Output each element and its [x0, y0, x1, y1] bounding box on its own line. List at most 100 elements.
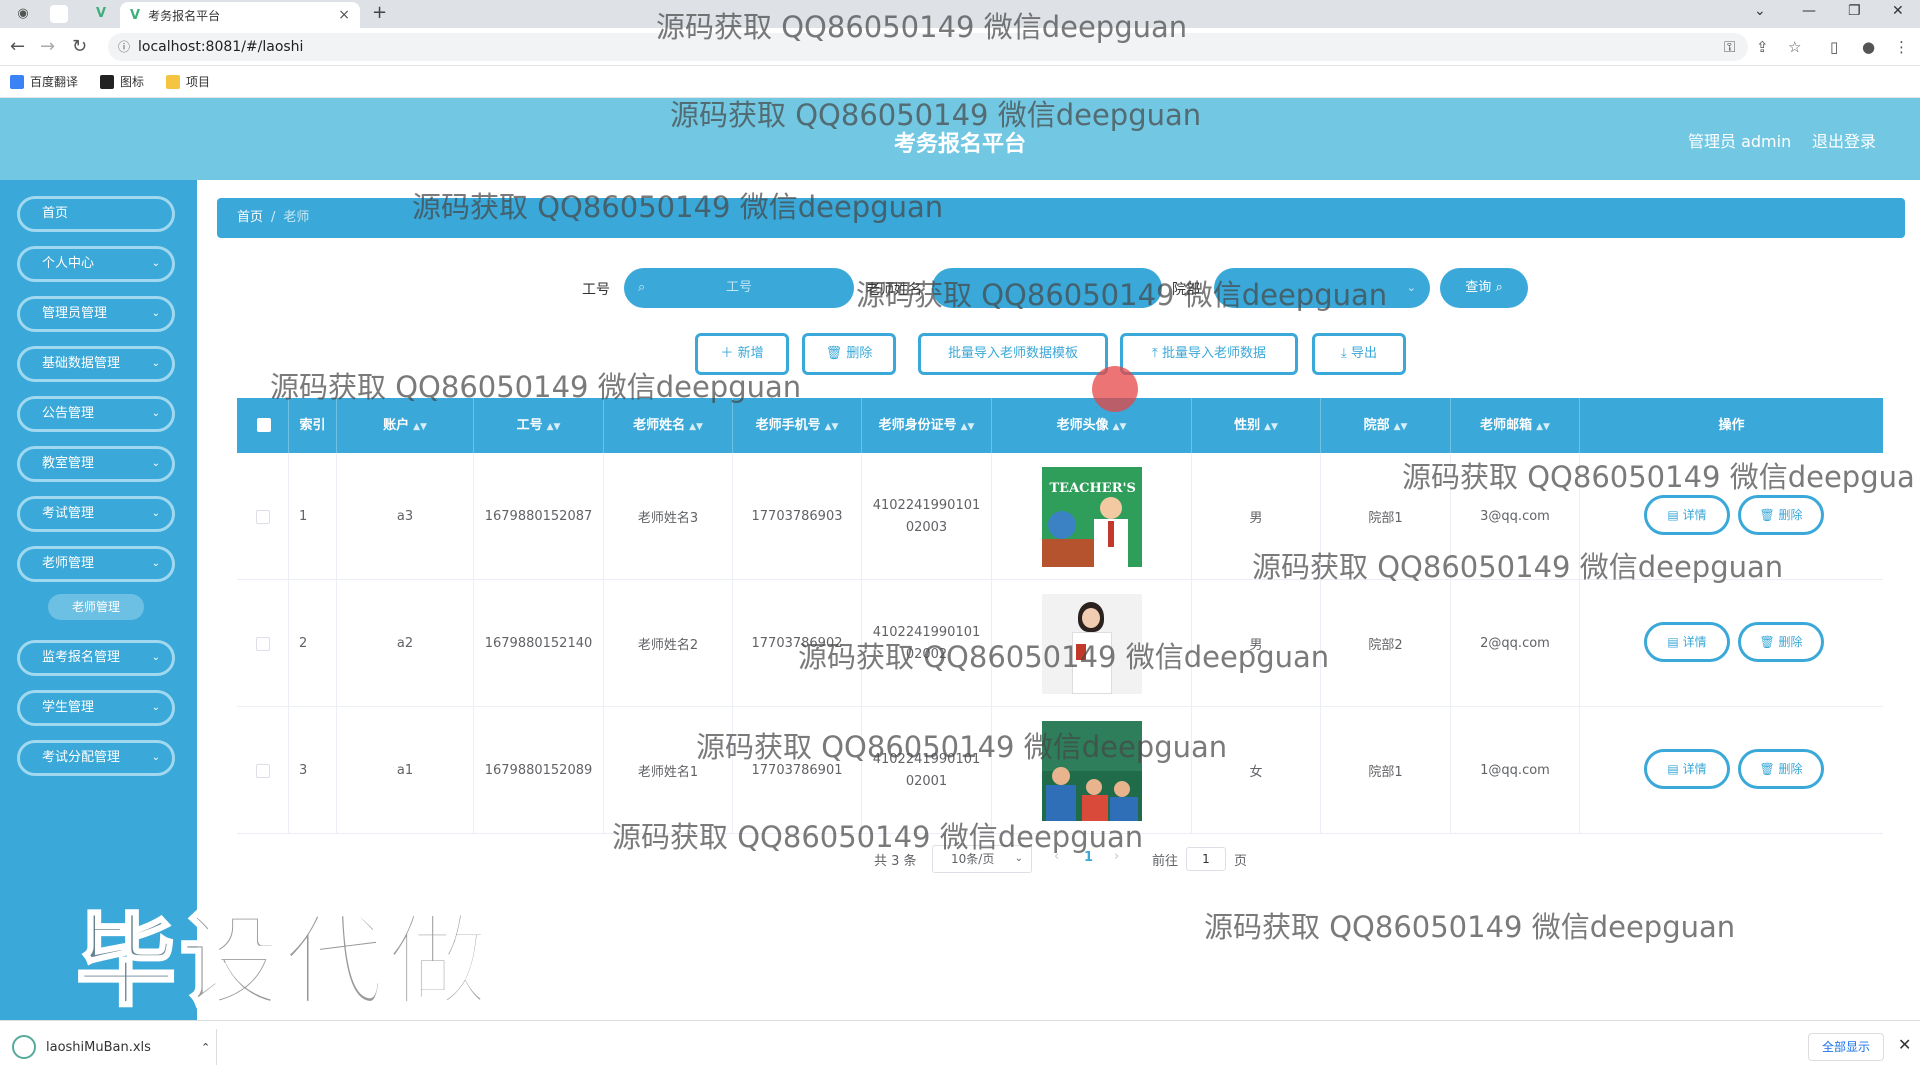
add-button[interactable]: ＋ 新增 — [695, 333, 789, 375]
col-yuanbu[interactable]: 院部 ▲▼ — [1321, 398, 1451, 453]
bookmark-item[interactable]: 项目 — [166, 73, 210, 90]
detail-button[interactable]: ▤ 详情 — [1644, 622, 1730, 662]
col-idcard[interactable]: 老师身份证号 ▲▼ — [862, 398, 992, 453]
sidebar-subitem-teacher[interactable]: 老师管理 — [48, 594, 144, 620]
minimize-icon[interactable]: — — [1802, 3, 1816, 19]
star-icon[interactable]: ☆ — [1788, 38, 1801, 56]
tab-placeholder-icon[interactable] — [50, 5, 68, 23]
tab-search-icon[interactable]: ⌄ — [1754, 3, 1766, 19]
url-field[interactable]: ⓘ localhost:8081/#/laoshi — [108, 33, 1748, 61]
col-email[interactable]: 老师邮箱 ▲▼ — [1451, 398, 1580, 453]
reload-icon[interactable]: ↻ — [72, 36, 87, 57]
site-info-icon[interactable]: ⓘ — [118, 33, 130, 61]
forward-icon[interactable]: → — [40, 36, 55, 57]
row-checkbox[interactable] — [255, 763, 270, 778]
col-avatar[interactable]: 老师头像 ▲▼ — [992, 398, 1192, 453]
breadcrumb: 首页 / 老师 — [217, 198, 1905, 238]
breadcrumb-home[interactable]: 首页 — [237, 210, 263, 225]
browser-profile-icon[interactable]: ◉ — [14, 5, 32, 23]
show-all-button[interactable]: 全部显示 — [1808, 1033, 1884, 1061]
col-gender[interactable]: 性别 ▲▼ — [1192, 398, 1321, 453]
cell-email: 1@qq.com — [1451, 707, 1580, 834]
share-icon[interactable]: ⇪ — [1756, 38, 1769, 56]
gonghao-input[interactable]: ⌕ 工号 — [624, 268, 854, 308]
browser-tab-bar: ◉ V V 考务报名平台 × + ⌄ — ❐ ✕ — [0, 0, 1920, 28]
prev-page-icon[interactable]: ‹ — [1054, 849, 1059, 864]
sidebar-item-invigilate[interactable]: 监考报名管理 ⌄ — [17, 640, 175, 676]
cell-gonghao: 1679880152140 — [474, 580, 604, 707]
next-page-icon[interactable]: › — [1114, 849, 1119, 864]
document-icon: ▤ — [1667, 762, 1679, 776]
logout-link[interactable]: 退出登录 — [1812, 128, 1876, 152]
download-item[interactable]: laoshiMuBan.xls ⌃ — [12, 1031, 210, 1063]
account-icon[interactable]: ● — [1862, 38, 1875, 56]
sidebar-item-admin[interactable]: 管理员管理 ⌄ — [17, 296, 175, 332]
bookmark-item[interactable]: 百度翻译 — [10, 73, 78, 90]
col-phone[interactable]: 老师手机号 ▲▼ — [733, 398, 862, 453]
cell-email: 2@qq.com — [1451, 580, 1580, 707]
detail-button[interactable]: ▤ 详情 — [1644, 495, 1730, 535]
import-button[interactable]: ⤒ 批量导入老师数据 — [1120, 333, 1298, 375]
sidebar-item-student[interactable]: 学生管理 ⌄ — [17, 690, 175, 726]
page-number[interactable]: 1 — [1084, 850, 1093, 865]
restore-icon[interactable]: ❐ — [1848, 3, 1861, 19]
gonghao-label: 工号 — [582, 282, 610, 298]
sidebar-item-profile[interactable]: 个人中心 ⌄ — [17, 246, 175, 282]
sidebar-item-exam[interactable]: 考试管理 ⌄ — [17, 496, 175, 532]
vue-tab-icon[interactable]: V — [92, 5, 110, 23]
browser-tab[interactable]: V 考务报名平台 × — [120, 2, 360, 28]
goto-page-input[interactable]: 1 — [1186, 847, 1226, 871]
export-button[interactable]: ⤓ 导出 — [1312, 333, 1406, 375]
key-icon[interactable]: ⚿ — [1724, 38, 1735, 56]
table-row: 3 a1 1679880152089 老师姓名1 17703786901 410… — [237, 707, 1883, 834]
document-icon: ▤ — [1667, 635, 1679, 649]
back-icon[interactable]: ← — [10, 36, 25, 57]
sort-icon: ▲▼ — [689, 422, 703, 432]
name-input[interactable] — [932, 268, 1162, 308]
sidebar-item-classroom[interactable]: 教室管理 ⌄ — [17, 446, 175, 482]
table-row: 1 a3 1679880152087 老师姓名3 17703786903 410… — [237, 453, 1883, 580]
sidepanel-icon[interactable]: ▯ — [1830, 38, 1838, 56]
sort-icon: ▲▼ — [1264, 422, 1278, 432]
cell-name: 老师姓名3 — [604, 453, 733, 580]
tab-close-icon[interactable]: × — [338, 7, 350, 23]
yuanbu-select[interactable]: ⌄ — [1214, 268, 1430, 308]
sidebar-item-home[interactable]: 首页 — [17, 196, 175, 232]
menu-dots-icon[interactable]: ⋮ — [1894, 38, 1909, 56]
sort-icon: ▲▼ — [1112, 422, 1127, 432]
col-account[interactable]: 账户 ▲▼ — [337, 398, 474, 453]
batch-delete-button[interactable]: 🗑 删除 — [802, 333, 896, 375]
cell-gonghao: 1679880152087 — [474, 453, 604, 580]
translate-icon — [10, 74, 24, 89]
teacher-avatar-image — [1041, 593, 1142, 694]
chevron-up-icon[interactable]: ⌃ — [201, 1041, 210, 1054]
sidebar-item-notice[interactable]: 公告管理 ⌄ — [17, 396, 175, 432]
cell-gender: 男 — [1192, 453, 1321, 580]
chevron-down-icon: ⌄ — [151, 358, 160, 369]
sidebar-item-basedata[interactable]: 基础数据管理 ⌄ — [17, 346, 175, 382]
page-size-select[interactable]: 10条/页 ⌄ — [932, 845, 1032, 873]
pagination-total: 共 3 条 — [874, 854, 917, 869]
window-close-icon[interactable]: ✕ — [1892, 3, 1904, 19]
close-icon[interactable]: ✕ — [1898, 1035, 1911, 1054]
detail-button[interactable]: ▤ 详情 — [1644, 749, 1730, 789]
watermark-text: 源码获取 QQ86050149 微信deepguan — [1204, 910, 1736, 944]
col-gonghao[interactable]: 工号 ▲▼ — [474, 398, 604, 453]
new-tab-icon[interactable]: + — [372, 2, 387, 23]
delete-button[interactable]: 🗑 删除 — [1738, 495, 1824, 535]
search-icon: ⌕ — [1495, 280, 1503, 295]
row-checkbox[interactable] — [255, 509, 270, 524]
search-button[interactable]: 查询 ⌕ — [1440, 268, 1528, 308]
chevron-down-icon: ⌄ — [151, 508, 160, 519]
download-template-button[interactable]: 批量导入老师数据模板 — [918, 333, 1108, 375]
sidebar-item-teacher[interactable]: 老师管理 ⌄ — [17, 546, 175, 582]
delete-button[interactable]: 🗑 删除 — [1738, 622, 1824, 662]
sidebar-item-assign[interactable]: 考试分配管理 ⌄ — [17, 740, 175, 776]
delete-button[interactable]: 🗑 删除 — [1738, 749, 1824, 789]
sort-icon: ▲▼ — [1393, 422, 1408, 432]
row-checkbox[interactable] — [255, 636, 270, 651]
col-name[interactable]: 老师姓名 ▲▼ — [604, 398, 733, 453]
select-all-checkbox[interactable] — [257, 418, 271, 432]
bookmark-item[interactable]: 图标 — [100, 73, 144, 90]
document-icon: ▤ — [1667, 508, 1679, 522]
